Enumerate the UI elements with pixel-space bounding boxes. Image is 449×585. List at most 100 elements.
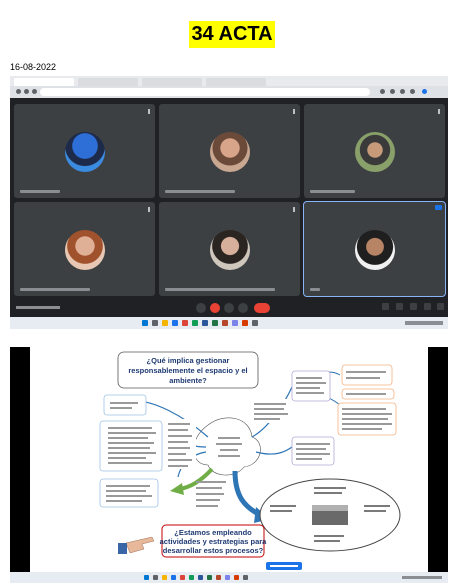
search-icon (153, 575, 158, 580)
explorer-icon (162, 320, 168, 326)
more-icon (293, 207, 295, 212)
people-icon (396, 303, 403, 310)
forward-icon (24, 89, 29, 94)
pointing-hand-icon (118, 536, 155, 554)
participant-name (310, 288, 320, 291)
mindmap-slide: ¿Qué implica gestionar responsablemente … (30, 347, 428, 572)
text-line (314, 487, 346, 489)
meeting-controls (10, 299, 448, 317)
browser-tab-strip (10, 76, 448, 86)
back-icon (16, 89, 21, 94)
text-line (270, 505, 296, 507)
text-line (196, 487, 222, 489)
text-line (108, 427, 152, 429)
excel-icon (212, 320, 218, 326)
text-line (216, 443, 242, 445)
edge-icon (171, 575, 176, 580)
windows-taskbar (10, 317, 448, 329)
text-line (342, 428, 382, 430)
teams-icon (232, 320, 238, 326)
green-arrow-head (170, 483, 184, 495)
text-line (168, 459, 192, 461)
text-line (106, 495, 152, 497)
search-icon (152, 320, 158, 326)
text-line (110, 407, 132, 409)
text-line (196, 481, 226, 483)
text-line (270, 510, 292, 512)
mindmap-diagram: ¿Qué implica gestionar responsablemente … (99, 351, 401, 570)
excel-icon (207, 575, 212, 580)
word-icon (202, 320, 208, 326)
more-icon (148, 207, 150, 212)
connector (255, 446, 293, 455)
branch-box (103, 394, 147, 416)
extension-icon (390, 89, 395, 94)
text-line (196, 499, 220, 501)
chrome-icon (180, 575, 185, 580)
text-line (168, 453, 186, 455)
more-icon (438, 109, 440, 114)
participant-name (310, 190, 355, 193)
extension-icon (400, 89, 405, 94)
mindmap-screenshot: ¿Qué implica gestionar responsablemente … (10, 347, 448, 583)
teams-icon (225, 575, 230, 580)
text-line (342, 413, 392, 415)
text-line (254, 408, 284, 410)
text-line (218, 437, 240, 439)
end-call-icon (254, 303, 270, 313)
address-bar (40, 88, 370, 96)
chrome-icon (182, 320, 188, 326)
system-tray (402, 576, 442, 579)
profile-icon (422, 89, 427, 94)
question-bottom-line2: actividades y estrategias para (160, 537, 268, 546)
text-line (196, 493, 224, 495)
text-line (254, 418, 280, 420)
app-icon (234, 575, 239, 580)
question-top-line1: ¿Qué implica gestionar (147, 356, 230, 365)
participant-tile (159, 202, 300, 296)
browser-toolbar (10, 76, 448, 98)
text-line (108, 457, 146, 459)
lock-icon (437, 303, 444, 310)
participant-photo (354, 230, 395, 270)
start-icon (142, 320, 148, 326)
text-line (108, 447, 150, 449)
app-icon (243, 575, 248, 580)
text-line (168, 441, 188, 443)
text-line (364, 510, 386, 512)
text-line (314, 540, 340, 542)
present-icon (238, 303, 248, 313)
reload-icon (32, 89, 37, 94)
extension-icon (380, 89, 385, 94)
app-icon (192, 320, 198, 326)
participant-photo (209, 230, 250, 270)
microphone-icon (196, 303, 206, 313)
text-line (108, 442, 154, 444)
participant-photo (64, 230, 105, 270)
app-icon (242, 320, 248, 326)
text-line (296, 377, 322, 379)
text-line (168, 429, 188, 431)
branch-list (166, 419, 196, 469)
captions-icon (224, 303, 234, 313)
extension-icon (410, 89, 415, 94)
text-line (270, 565, 298, 567)
powerpoint-icon (216, 575, 221, 580)
text-line (196, 505, 218, 507)
text-line (168, 423, 190, 425)
text-line (168, 447, 190, 449)
text-line (296, 392, 324, 394)
question-bottom-line1: ¿Estamos empleando (174, 528, 252, 537)
text-line (106, 485, 150, 487)
participant-photo (354, 132, 395, 172)
participant-name (20, 190, 60, 193)
text-line (220, 449, 238, 451)
more-icon (293, 109, 295, 114)
camera-off-icon (210, 303, 220, 313)
page-title: 34 ACTA (189, 21, 275, 48)
text-line (106, 490, 146, 492)
text-line (168, 435, 192, 437)
text-line (342, 423, 392, 425)
text-line (254, 403, 286, 405)
app-icon (252, 320, 258, 326)
